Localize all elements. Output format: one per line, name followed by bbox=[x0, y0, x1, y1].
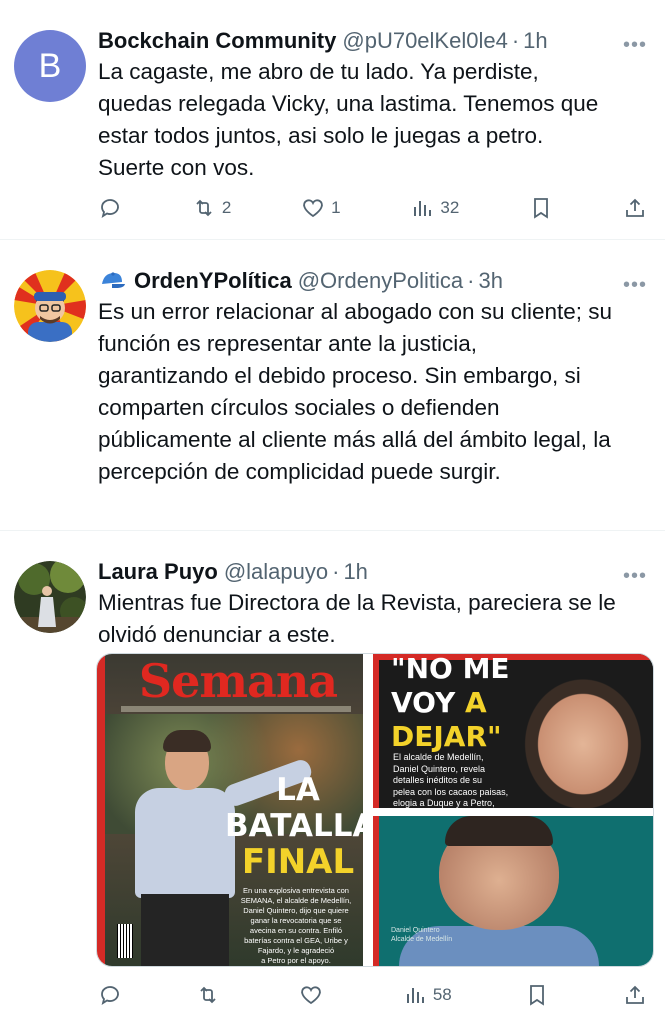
reply-icon bbox=[101, 199, 119, 218]
bookmark-icon bbox=[534, 198, 549, 219]
tweet[interactable]: B Bockchain Community @pU70elKel0le4 · 1… bbox=[0, 0, 665, 240]
user-handle[interactable]: @lalapuyo bbox=[224, 559, 328, 585]
tweet-header: OrdenYPolítica @OrdenyPolitica · 3h bbox=[98, 266, 649, 296]
attached-image[interactable]: Semana LA BATALLA FINAL En una explosiva… bbox=[96, 653, 654, 967]
like-button[interactable] bbox=[299, 983, 329, 1007]
tweet-text: Es un error relacionar al abogado con su… bbox=[98, 299, 613, 484]
tweet-header: Laura Puyo @lalapuyo · 1h bbox=[98, 557, 649, 587]
photo-caption: Daniel Quintero Alcalde de Medellín bbox=[391, 927, 453, 943]
retweet-button[interactable]: 2 bbox=[192, 196, 231, 220]
views-button[interactable]: 58 bbox=[403, 983, 452, 1007]
quote-line-1: "NO ME bbox=[391, 653, 510, 685]
share-icon bbox=[626, 198, 644, 217]
views-count: 58 bbox=[432, 985, 452, 1004]
photo-avatar-icon bbox=[14, 561, 86, 633]
masthead-strip bbox=[121, 706, 351, 712]
retweet-button[interactable] bbox=[196, 983, 226, 1007]
quote-panel: "NO ME VOY A DEJAR" El alcalde de Medell… bbox=[373, 654, 653, 808]
avatar[interactable] bbox=[14, 561, 86, 633]
reply-icon bbox=[101, 986, 119, 1005]
more-options-icon[interactable]: ••• bbox=[623, 565, 647, 588]
magazine-masthead: Semana bbox=[138, 654, 338, 708]
like-count: 1 bbox=[331, 198, 341, 217]
action-bar: 2 1 32 bbox=[98, 194, 647, 222]
tweet[interactable]: Laura Puyo @lalapuyo · 1h ••• Mientras f… bbox=[0, 531, 665, 1024]
collage-divider bbox=[363, 654, 373, 966]
portrait-face bbox=[513, 666, 653, 808]
share-button[interactable] bbox=[623, 983, 647, 1007]
views-count: 32 bbox=[440, 198, 460, 217]
headline-line-1: LA bbox=[276, 772, 320, 808]
tweet-text: La cagaste, me abro de tu lado. Ya perdi… bbox=[98, 59, 599, 180]
share-icon bbox=[626, 985, 644, 1004]
timestamp[interactable]: 1h bbox=[523, 28, 547, 54]
headline-line-3: FINAL bbox=[241, 842, 355, 882]
user-handle[interactable]: @pU70elKel0le4 bbox=[342, 28, 507, 54]
timestamp[interactable]: 1h bbox=[343, 559, 367, 585]
tweet[interactable]: OrdenYPolítica @OrdenyPolitica · 3h ••• … bbox=[0, 240, 665, 749]
heart-icon bbox=[301, 986, 322, 1005]
retweet-count: 2 bbox=[221, 198, 232, 217]
display-name[interactable]: Bockchain Community bbox=[98, 28, 336, 54]
avatar[interactable]: B bbox=[14, 30, 86, 102]
quote-headline: "NO ME VOY A DEJAR" bbox=[391, 653, 511, 754]
tweet-header: Bockchain Community @pU70elKel0le4 · 1h bbox=[98, 26, 649, 56]
more-options-icon[interactable]: ••• bbox=[623, 274, 647, 297]
cartoon-avatar-icon bbox=[14, 270, 86, 342]
man-shirt bbox=[135, 788, 235, 898]
collage-divider bbox=[373, 808, 653, 816]
views-button[interactable]: 32 bbox=[410, 196, 459, 220]
quote-line-3: DEJAR" bbox=[391, 720, 502, 753]
display-name[interactable]: Laura Puyo bbox=[98, 559, 218, 585]
reply-button[interactable] bbox=[98, 983, 122, 1007]
cover-blurb: En una explosiva entrevista con SEMANA, … bbox=[240, 886, 352, 965]
views-icon bbox=[414, 201, 432, 216]
cover-headline: LA BATALLA FINAL bbox=[225, 772, 377, 882]
action-bar: 58 bbox=[98, 981, 647, 1009]
display-name[interactable]: OrdenYPolítica bbox=[134, 268, 292, 294]
heart-icon bbox=[303, 199, 323, 218]
quote-line-2b: A bbox=[465, 686, 487, 719]
more-options-icon[interactable]: ••• bbox=[623, 34, 647, 57]
headline-line-2: BATALLA bbox=[225, 808, 377, 844]
quote-line-2: VOY bbox=[391, 686, 466, 719]
bookmark-button[interactable] bbox=[525, 983, 549, 1007]
avatar[interactable] bbox=[14, 270, 86, 342]
separator-dot: · bbox=[467, 268, 475, 293]
bookmark-icon bbox=[530, 985, 545, 1006]
magazine-cover: Semana LA BATALLA FINAL En una explosiva… bbox=[97, 654, 376, 966]
baseball-cap-icon bbox=[98, 270, 126, 292]
reply-button[interactable] bbox=[98, 196, 122, 220]
portrait-panel: Daniel Quintero Alcalde de Medellín bbox=[373, 816, 653, 966]
separator-dot: · bbox=[332, 559, 340, 584]
avatar-letter: B bbox=[38, 46, 62, 85]
portrait-hair bbox=[445, 816, 553, 846]
barcode-icon bbox=[117, 924, 133, 958]
man-hair bbox=[163, 730, 211, 752]
man-trousers bbox=[141, 894, 229, 966]
quote-blurb: El alcalde de Medellín, Daniel Quintero,… bbox=[393, 752, 509, 808]
tweet-text: Mientras fue Directora de la Revista, pa… bbox=[98, 590, 616, 647]
timestamp[interactable]: 3h bbox=[478, 268, 502, 294]
share-button[interactable] bbox=[623, 196, 647, 220]
bookmark-button[interactable] bbox=[529, 196, 553, 220]
views-icon bbox=[406, 988, 424, 1003]
like-button[interactable]: 1 bbox=[301, 196, 341, 220]
separator-dot: · bbox=[511, 28, 520, 53]
retweet-icon bbox=[196, 199, 212, 217]
user-handle[interactable]: @OrdenyPolitica bbox=[298, 268, 463, 294]
retweet-icon bbox=[199, 986, 216, 1004]
